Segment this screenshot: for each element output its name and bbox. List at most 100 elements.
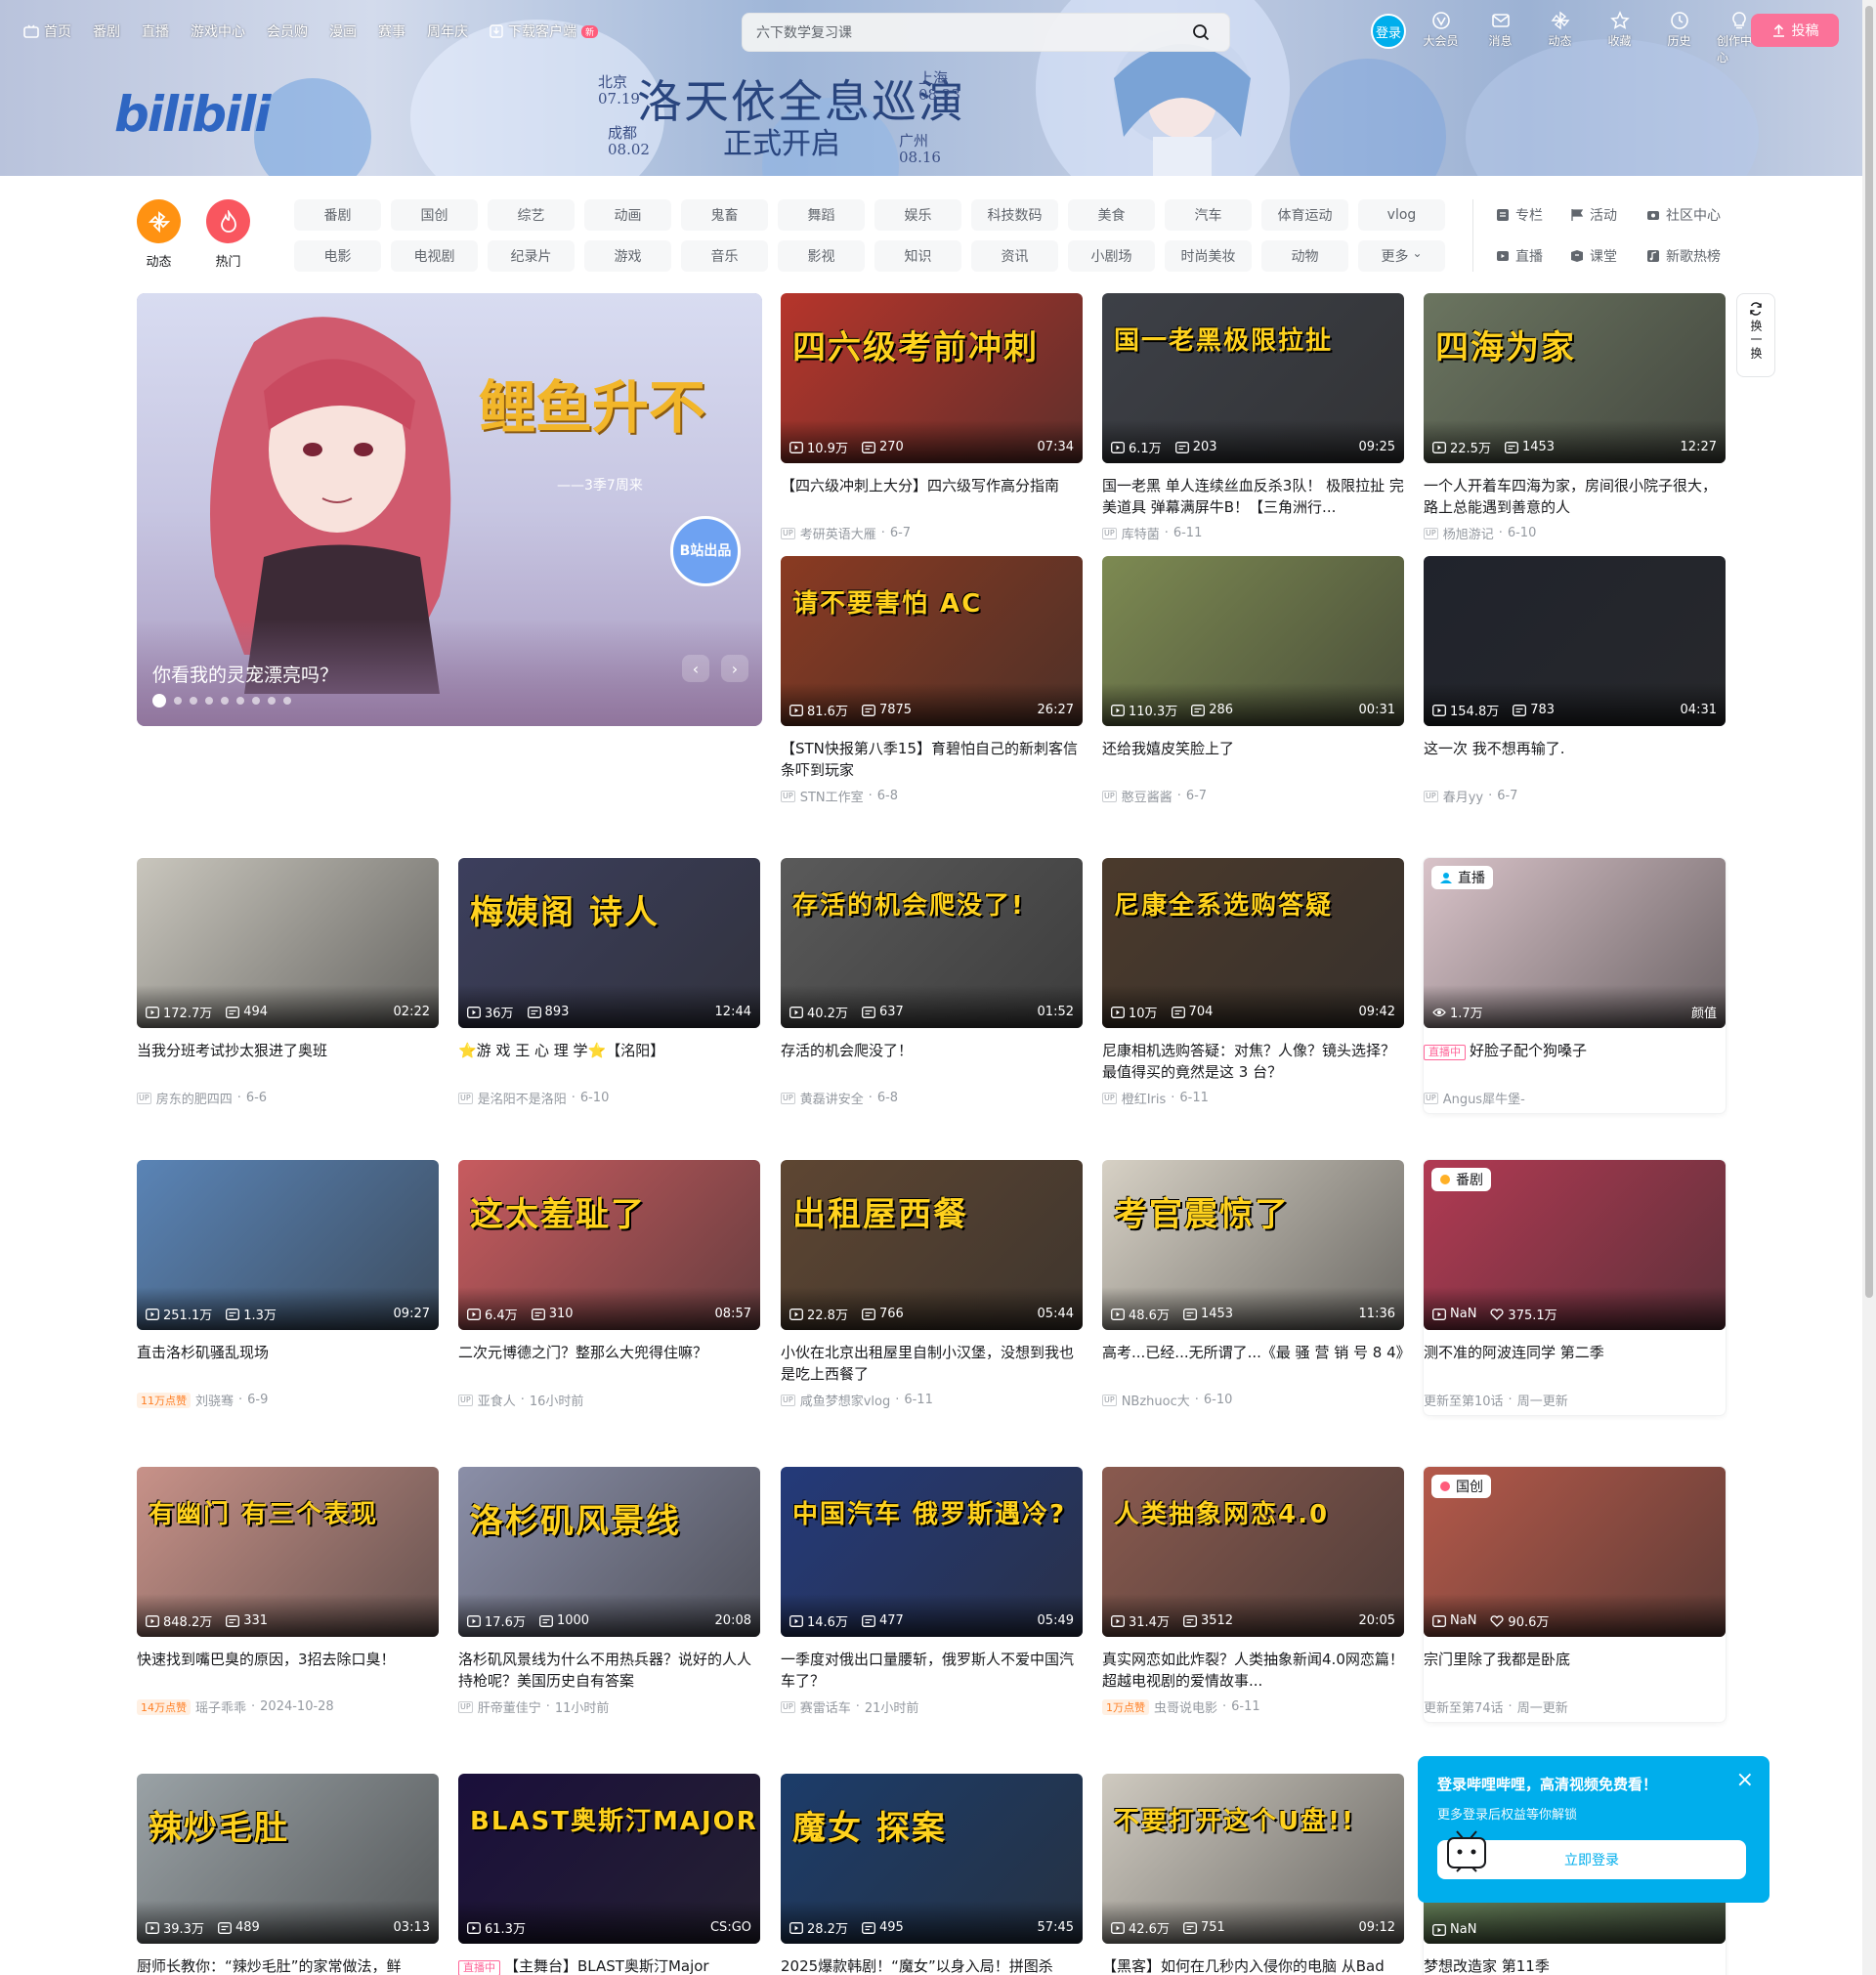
nav-manga[interactable]: 漫画: [329, 21, 357, 41]
carousel-prev-button[interactable]: ‹: [682, 655, 709, 682]
category-21[interactable]: 时尚美妆: [1165, 240, 1252, 272]
video-title[interactable]: 【黑客】如何在几秒内入侵你的电脑 从Bad: [1102, 1955, 1404, 1975]
author-name[interactable]: 刘骁骞: [195, 1391, 234, 1409]
author-name[interactable]: 憨豆酱酱: [1122, 787, 1172, 805]
nav-download-client[interactable]: 下载客户端 新: [490, 21, 599, 41]
popup-close-icon[interactable]: ×: [1736, 1768, 1754, 1792]
video-meta[interactable]: UP 房东的肥四四 · 6-6: [137, 1089, 439, 1107]
video-meta[interactable]: UP Angus犀牛堡-: [1424, 1089, 1726, 1107]
search-button[interactable]: [1186, 18, 1215, 47]
video-card[interactable]: 四海为家 22.5万 1453 12:27 一个人开着车四海为家，房间很小院子很大，路上…: [1424, 293, 1726, 542]
video-title[interactable]: 洛杉矶风景线为什么不用热兵器？说好的人人持枪呢？美国历史自有答案: [458, 1649, 760, 1692]
nav-bangumi[interactable]: 番剧: [93, 21, 120, 41]
video-meta[interactable]: UP 黄磊讲安全 · 6-8: [781, 1089, 1083, 1107]
nav-history[interactable]: 历史: [1657, 11, 1701, 65]
video-title[interactable]: 一季度对俄出口量腰斩，俄罗斯人不爱中国汽车了？: [781, 1649, 1083, 1692]
category-10[interactable]: 体育运动: [1261, 199, 1348, 231]
video-meta[interactable]: 1万点赞 虫哥说电影 · 6-11: [1102, 1697, 1404, 1716]
carousel-dot[interactable]: [190, 697, 197, 705]
search-input[interactable]: 六下数学复习课: [756, 22, 1186, 42]
video-title[interactable]: 【四六级冲刺上大分】四六级写作高分指南: [781, 475, 1083, 518]
category-11[interactable]: vlog: [1358, 199, 1445, 231]
category-9[interactable]: 汽车: [1165, 199, 1252, 231]
carousel-caption[interactable]: 你看我的灵宠漂亮吗？: [152, 661, 338, 687]
scrollbar-thumb[interactable]: [1865, 6, 1873, 1298]
author-name[interactable]: 瑶子乖乖: [195, 1697, 246, 1716]
author-name[interactable]: 春月yy: [1443, 787, 1483, 805]
video-card[interactable]: 人类抽象网恋4.0 31.4万 3512 20:05 真实网恋如此炸裂？人类抽象新闻4.…: [1102, 1467, 1404, 1716]
carousel-dot[interactable]: [174, 697, 182, 705]
video-title[interactable]: 存活的机会爬没了！: [781, 1040, 1083, 1083]
video-meta[interactable]: UP 是洺阳不是洛阳 · 6-10: [458, 1089, 760, 1107]
author-name[interactable]: 考研英语大雁: [800, 524, 876, 542]
carousel-next-button[interactable]: ›: [721, 655, 748, 682]
video-title[interactable]: 直播中 【主舞台】BLAST奥斯汀Major: [458, 1955, 760, 1975]
author-name[interactable]: 黄磊讲安全: [800, 1089, 864, 1107]
video-meta[interactable]: 11万点赞 刘骁骞 · 6-9: [137, 1391, 439, 1409]
link-classroom[interactable]: 课堂: [1570, 242, 1646, 270]
video-meta[interactable]: UP 橙红Iris · 6-11: [1102, 1089, 1404, 1107]
video-meta[interactable]: 14万点赞 瑶子乖乖 · 2024-10-28: [137, 1697, 439, 1716]
link-activity[interactable]: 活动: [1570, 201, 1646, 229]
author-name[interactable]: 橙红Iris: [1122, 1089, 1167, 1107]
nav-favorites[interactable]: 收藏: [1598, 11, 1642, 65]
video-thumbnail[interactable]: 尼康全系选购答疑 10万 704 09:42: [1102, 858, 1404, 1028]
nav-live[interactable]: 直播: [142, 21, 169, 41]
channel-hot[interactable]: 热门: [206, 199, 250, 270]
video-thumbnail[interactable]: 国创 NaN 90.6万: [1424, 1467, 1726, 1637]
hero-carousel[interactable]: 鲤鱼升不 ——3季7周来 B站出品 你看我的灵宠漂亮吗？ ‹ ›: [137, 293, 762, 726]
category-13[interactable]: 电视剧: [391, 240, 478, 272]
author-name[interactable]: Angus犀牛堡-: [1443, 1089, 1525, 1107]
refresh-button[interactable]: 换一换: [1736, 293, 1775, 377]
video-thumbnail[interactable]: 魔女 探案 28.2万 495 57:45: [781, 1774, 1083, 1944]
link-live[interactable]: 直播: [1496, 242, 1570, 270]
video-card[interactable]: BLAST奥斯汀MAJOR 61.3万 CS:GO 直播中 【主舞台】BLAST奥斯汀M…: [458, 1774, 760, 1975]
link-column[interactable]: 专栏: [1496, 201, 1570, 229]
author-name[interactable]: STN工作室: [800, 787, 864, 805]
author-name[interactable]: 虫哥说电影: [1154, 1697, 1217, 1716]
carousel-dot[interactable]: [268, 697, 276, 705]
video-meta[interactable]: UP 肝帝董佳宁 · 11小时前: [458, 1697, 760, 1716]
video-thumbnail[interactable]: 国一老黑极限拉扯 6.1万 203 09:25: [1102, 293, 1404, 463]
nav-vip[interactable]: 大会员: [1419, 11, 1463, 65]
video-thumbnail[interactable]: 请不要害怕 AC 81.6万 7875 26:27: [781, 556, 1083, 726]
carousel-dot[interactable]: [252, 697, 260, 705]
video-card[interactable]: 154.8万 783 04:31 这一次 我不想再输了. UP 春月yy · 6-7: [1424, 556, 1726, 805]
video-thumbnail[interactable]: 梅姨阁 诗人 36万 893 12:44: [458, 858, 760, 1028]
video-meta[interactable]: UP 考研英语大雁 · 6-7: [781, 524, 1083, 542]
link-community[interactable]: 社区中心: [1646, 201, 1740, 229]
video-thumbnail[interactable]: 110.3万 286 00:31: [1102, 556, 1404, 726]
video-card[interactable]: 尼康全系选购答疑 10万 704 09:42 尼康相机选购答疑：对焦？人像？镜头选择？最…: [1102, 858, 1404, 1107]
video-title[interactable]: 当我分班考试抄太狠进了奥班: [137, 1040, 439, 1083]
author-name[interactable]: NBzhuoc大: [1122, 1391, 1190, 1409]
video-card[interactable]: 这太羞耻了 6.4万 310 08:57 二次元博德之门？整那么大兜得住嘛？ UP 亚食人 ·…: [458, 1160, 760, 1409]
video-card[interactable]: 172.7万 494 02:22 当我分班考试抄太狠进了奥班 UP 房东的肥四四 · 6-6: [137, 858, 439, 1107]
category-2[interactable]: 综艺: [488, 199, 575, 231]
category-3[interactable]: 动画: [584, 199, 671, 231]
video-meta[interactable]: UP 杨旭游记 · 6-10: [1424, 524, 1726, 542]
category-17[interactable]: 影视: [778, 240, 865, 272]
category-19[interactable]: 资讯: [971, 240, 1058, 272]
video-card[interactable]: 魔女 探案 28.2万 495 57:45 2025爆款韩剧！“魔女”以身入局！拼图杀: [781, 1774, 1083, 1975]
nav-anniversary[interactable]: 周年庆: [427, 21, 468, 41]
category-15[interactable]: 游戏: [584, 240, 671, 272]
video-card[interactable]: 有幽门 有三个表现 848.2万 331 快速找到嘴巴臭的原因，3招去除口臭！ 14万点…: [137, 1467, 439, 1716]
login-avatar-button[interactable]: 登录: [1371, 14, 1406, 49]
upload-button[interactable]: 投稿: [1751, 14, 1839, 47]
video-card[interactable]: 251.1万 1.3万 09:27 直击洛杉矶骚乱现场 11万点赞 刘骁骞 · 6-9: [137, 1160, 439, 1409]
author-name[interactable]: 库特菌: [1122, 524, 1160, 542]
video-title[interactable]: 真实网恋如此炸裂？人类抽象新闻4.0网恋篇！超越电视剧的爱情故事...: [1102, 1649, 1404, 1692]
video-title[interactable]: 一个人开着车四海为家，房间很小院子很大，路上总能遇到善意的人: [1424, 475, 1726, 518]
video-meta[interactable]: UP 咸鱼梦想家vlog · 6-11: [781, 1391, 1083, 1409]
video-title[interactable]: 还给我嬉皮笑脸上了: [1102, 738, 1404, 781]
category-22[interactable]: 动物: [1261, 240, 1348, 272]
author-name[interactable]: 杨旭游记: [1443, 524, 1494, 542]
video-title[interactable]: 高考...已经...无所谓了...《最 骚 营 销 号 8 4》: [1102, 1342, 1404, 1385]
video-thumbnail[interactable]: 中国汽车 俄罗斯遇冷? 14.6万 477 05:49: [781, 1467, 1083, 1637]
video-meta[interactable]: 更新至第10话 · 周一更新: [1424, 1391, 1726, 1409]
video-thumbnail[interactable]: 辣炒毛肚 39.3万 489 03:13: [137, 1774, 439, 1944]
video-card[interactable]: 洛杉矶风景线 17.6万 1000 20:08 洛杉矶风景线为什么不用热兵器？说好的人人…: [458, 1467, 760, 1716]
video-title[interactable]: 小伙在北京出租屋里自制小汉堡，没想到我也是吃上西餐了: [781, 1342, 1083, 1385]
category-18[interactable]: 知识: [874, 240, 961, 272]
video-meta[interactable]: UP 赛雷话车 · 21小时前: [781, 1697, 1083, 1716]
